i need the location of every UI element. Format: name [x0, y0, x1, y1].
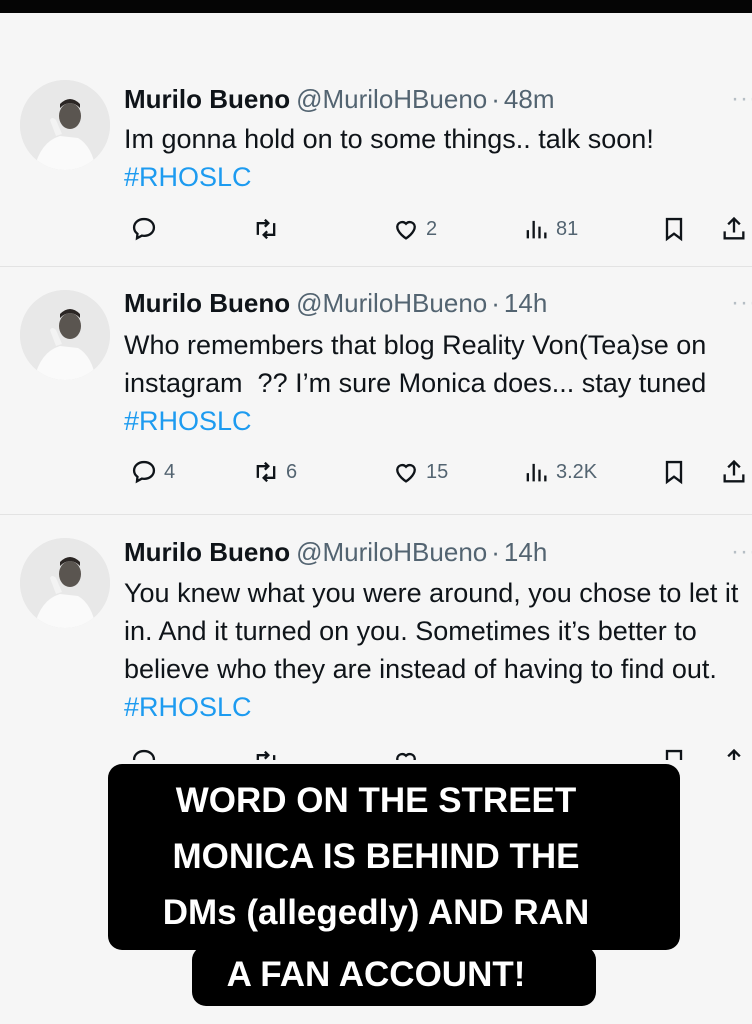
- timestamp[interactable]: 14h: [504, 537, 547, 567]
- tweet-text-body: You knew what you were around, you chose…: [124, 578, 746, 684]
- bookmark-button[interactable]: [660, 744, 688, 760]
- more-options-icon[interactable]: ···: [731, 537, 752, 567]
- tweet-header: Murilo Bueno @MuriloHBueno · 14h: [124, 535, 547, 569]
- share-button[interactable]: [720, 744, 748, 760]
- retweet-button[interactable]: [252, 744, 280, 760]
- tweet-text: You knew what you were around, you chose…: [124, 574, 750, 726]
- heart-icon: [396, 752, 416, 760]
- caption-line-3: DMs (allegedly) AND RAN: [162, 893, 590, 932]
- separator: ·: [491, 537, 500, 567]
- tweet-3[interactable]: Murilo Bueno@MuriloHBueno·14h ··· You kn…: [0, 0, 752, 760]
- profile-photo: [20, 538, 110, 628]
- reply-icon: [132, 749, 156, 760]
- like-button[interactable]: [392, 744, 420, 760]
- reply-button[interactable]: [130, 744, 158, 760]
- display-name[interactable]: Murilo Bueno: [124, 537, 290, 567]
- bookmark-icon: [665, 749, 683, 760]
- retweet-icon: [256, 750, 276, 760]
- handle[interactable]: @MuriloHBueno: [296, 537, 487, 567]
- caption-line-2: MONICA IS BEHIND THE: [172, 837, 580, 876]
- caption-line-1: WORD ON THE STREET: [175, 781, 577, 820]
- avatar[interactable]: [20, 538, 110, 628]
- share-icon: [727, 748, 741, 760]
- tweet-actions: [0, 744, 752, 760]
- caption-line-4: A FAN ACCOUNT!: [226, 955, 526, 994]
- hashtag-link[interactable]: #RHOSLC: [124, 692, 252, 722]
